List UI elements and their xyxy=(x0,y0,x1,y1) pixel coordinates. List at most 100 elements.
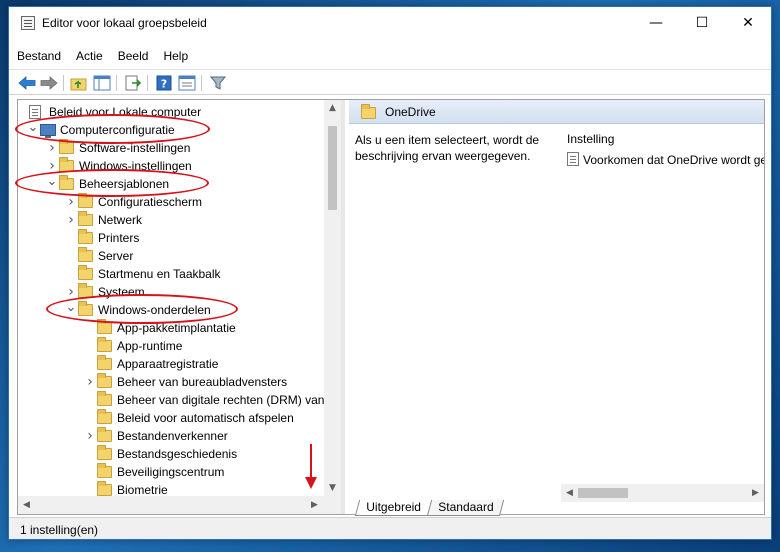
chevron-down-icon[interactable]: ⌄ xyxy=(65,300,77,315)
tree-item[interactable]: Printers xyxy=(18,229,328,247)
folder-icon xyxy=(97,391,112,406)
tree-item[interactable]: › Bestandenverkenner xyxy=(18,427,328,445)
folder-icon xyxy=(97,463,112,478)
scroll-right-arrow-icon[interactable]: ▶ xyxy=(747,485,764,501)
policy-setting-label: Voorkomen dat OneDrive wordt gebruikt vo… xyxy=(583,153,764,167)
tree-item[interactable]: Server xyxy=(18,247,328,265)
folder-icon xyxy=(78,247,93,262)
tree-item[interactable]: App-pakketimplantatie xyxy=(18,319,328,337)
menu-file[interactable]: Bestand xyxy=(10,47,68,67)
folder-icon xyxy=(59,139,74,154)
chevron-down-icon[interactable]: ⌄ xyxy=(46,174,58,189)
tree-item[interactable]: › Software-instellingen xyxy=(18,139,328,157)
tree-horizontal-scrollbar[interactable]: ◀ ▶ xyxy=(18,496,341,514)
menu-help[interactable]: Help xyxy=(156,47,195,67)
close-button[interactable]: ✕ xyxy=(725,7,771,39)
folder-icon xyxy=(97,355,112,370)
forward-icon[interactable] xyxy=(39,73,59,93)
tree-item[interactable]: App-runtime xyxy=(18,337,328,355)
tab-standard[interactable]: Standaard xyxy=(426,500,505,516)
tree-item-label: Bestandenverkenner xyxy=(117,429,228,443)
scroll-right-arrow-icon[interactable]: ▶ xyxy=(306,497,323,513)
tree-item[interactable]: Beveiligingscentrum xyxy=(18,463,328,481)
tree-item[interactable]: › Systeem xyxy=(18,283,328,301)
tree-item-label: Bestandsgeschiedenis xyxy=(117,447,238,461)
document-icon xyxy=(29,105,41,119)
tree-item[interactable]: › Windows-instellingen xyxy=(18,157,328,175)
chevron-right-icon[interactable]: › xyxy=(65,284,77,300)
folder-icon xyxy=(78,193,93,208)
tree-item-label: Systeem xyxy=(98,285,145,299)
tree-item-label: Netwerk xyxy=(98,213,143,227)
folder-icon xyxy=(78,301,93,316)
column-header-setting[interactable]: Instelling xyxy=(567,132,614,146)
properties-icon[interactable] xyxy=(177,73,197,93)
details-scroll-thumb[interactable] xyxy=(578,488,628,498)
minimize-button[interactable]: — xyxy=(633,7,679,39)
tree-item-label: Computerconfiguratie xyxy=(60,123,175,137)
folder-icon xyxy=(97,481,112,496)
tree-item[interactable]: Bestandsgeschiedenis xyxy=(18,445,328,463)
export-list-icon[interactable] xyxy=(123,73,143,93)
menu-bar: Bestand Actie Beeld Help xyxy=(9,47,195,67)
title-bar[interactable]: Editor voor lokaal groepsbeleid — ☐ ✕ xyxy=(9,7,771,39)
tree-item-label: Beheersjablonen xyxy=(79,177,170,191)
chevron-right-icon[interactable]: › xyxy=(84,374,96,390)
scroll-left-arrow-icon[interactable]: ◀ xyxy=(561,485,578,501)
toolbar: ? xyxy=(9,69,771,95)
help-icon[interactable]: ? xyxy=(154,73,174,93)
up-folder-icon[interactable] xyxy=(69,73,89,93)
tree-item-label: Server xyxy=(98,249,134,263)
show-hide-tree-icon[interactable] xyxy=(92,73,112,93)
tree-item-label: Configuratiescherm xyxy=(98,195,203,209)
tree-scroll-thumb[interactable] xyxy=(328,126,337,210)
tree-item-label: Beleid voor Lokale computer xyxy=(49,105,202,119)
folder-icon xyxy=(97,445,112,460)
details-horizontal-scrollbar[interactable]: ◀ ▶ xyxy=(561,484,764,502)
chevron-right-icon[interactable]: › xyxy=(46,158,58,174)
tree-item[interactable]: Beleid voor automatisch afspelen xyxy=(18,409,328,427)
tree-item-label: Startmenu en Taakbalk xyxy=(98,267,221,281)
chevron-down-icon[interactable]: ⌄ xyxy=(27,120,39,135)
tree-item[interactable]: ⌄ Computerconfiguratie xyxy=(18,120,328,139)
scroll-up-arrow-icon[interactable]: ▲ xyxy=(324,100,341,116)
folder-icon xyxy=(97,373,112,388)
folder-icon xyxy=(59,175,74,190)
folder-icon xyxy=(78,283,93,298)
tree-item[interactable]: › Configuratiescherm xyxy=(18,193,328,211)
tree-item-label: Printers xyxy=(98,231,140,245)
tree-vertical-scrollbar[interactable]: ▲ ▼ xyxy=(324,100,341,496)
scroll-down-arrow-icon[interactable]: ▼ xyxy=(324,480,341,496)
filter-icon[interactable] xyxy=(208,73,228,93)
folder-icon xyxy=(97,409,112,424)
scroll-left-arrow-icon[interactable]: ◀ xyxy=(18,497,35,513)
chevron-right-icon[interactable]: › xyxy=(46,140,58,156)
policy-setting-icon xyxy=(567,152,579,166)
maximize-button[interactable]: ☐ xyxy=(679,7,725,39)
menu-action[interactable]: Actie xyxy=(69,47,110,67)
computer-icon xyxy=(40,124,56,138)
tree-item[interactable]: › Beheer van bureaubladvensters xyxy=(18,373,328,391)
folder-icon xyxy=(97,427,112,442)
tree-item[interactable]: ⌄ Beheersjablonen xyxy=(18,174,328,193)
tab-extended[interactable]: Uitgebreid xyxy=(354,500,432,516)
folder-icon xyxy=(78,265,93,280)
chevron-right-icon[interactable]: › xyxy=(84,428,96,444)
chevron-right-icon[interactable]: › xyxy=(65,194,77,210)
folder-icon xyxy=(361,104,376,119)
policy-setting-row[interactable]: Voorkomen dat OneDrive wordt gebruikt vo… xyxy=(565,152,764,170)
status-text: 1 instelling(en) xyxy=(20,523,99,537)
back-icon[interactable] xyxy=(17,73,37,93)
tree-item[interactable]: Beleid voor Lokale computer xyxy=(18,103,328,121)
tree-item-label: Windows-onderdelen xyxy=(98,303,211,317)
tree-item-label: App-runtime xyxy=(117,339,183,353)
status-bar: 1 instelling(en) xyxy=(9,517,771,539)
menu-view[interactable]: Beeld xyxy=(111,47,156,67)
chevron-right-icon[interactable]: › xyxy=(65,212,77,228)
tree-item[interactable]: › Netwerk xyxy=(18,211,328,229)
tree-item[interactable]: Beheer van digitale rechten (DRM) van Wi… xyxy=(18,391,341,409)
tree-item[interactable]: Startmenu en Taakbalk xyxy=(18,265,328,283)
svg-text:?: ? xyxy=(161,78,167,91)
tree-item[interactable]: ⌄ Windows-onderdelen xyxy=(18,300,328,319)
tree-item[interactable]: Apparaatregistratie xyxy=(18,355,328,373)
